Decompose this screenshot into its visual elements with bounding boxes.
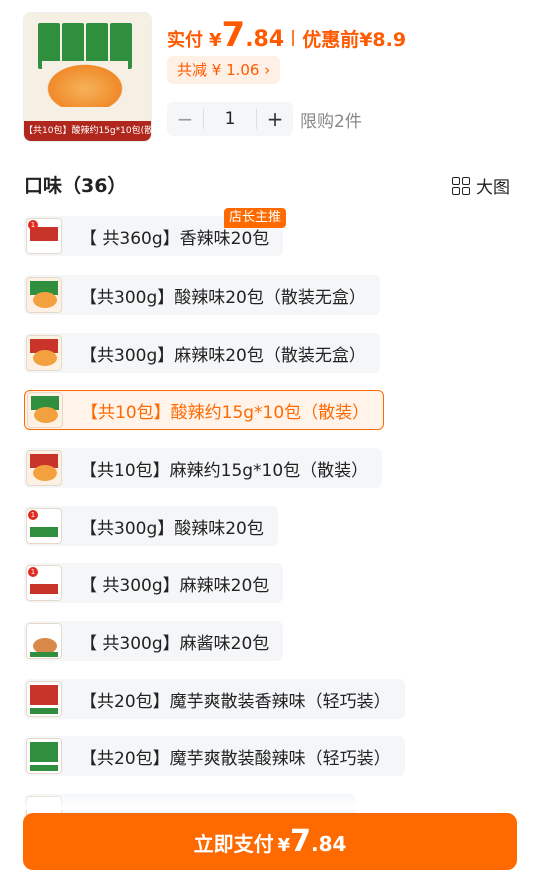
flavor-option-label: 【共300g】酸辣味20包 <box>80 518 264 539</box>
increment-button[interactable]: + <box>257 107 293 131</box>
option-thumbnail <box>26 623 62 659</box>
flavor-option[interactable]: 1 【 共300g】麻辣味20包 <box>24 563 284 603</box>
paid-price-int: 7 <box>221 15 246 55</box>
pay-label: 立即支付 <box>193 832 274 856</box>
flavor-option[interactable]: 【共10包】麻辣约15g*10包（散装） <box>24 448 383 488</box>
option-thumbnail: 1 <box>26 218 62 254</box>
flavor-option-label: 【共300g】麻辣味20包（散装无盒） <box>80 345 366 366</box>
flavor-option[interactable]: 【共300g】麻辣味20包（散装无盒） <box>24 333 380 373</box>
flavor-section-title: 口味（36） <box>24 175 127 197</box>
option-thumbnail <box>26 277 62 313</box>
flavor-option[interactable]: 【共20包】魔芋爽散装香辣味（轻巧装） <box>24 679 405 719</box>
option-thumbnail <box>27 392 63 428</box>
paid-label: 实付 <box>167 30 203 51</box>
flavor-option-label: 【 共300g】麻辣味20包 <box>80 575 270 596</box>
pay-amount-dec: .84 <box>310 832 347 856</box>
large-view-toggle[interactable]: 大图 <box>452 173 510 198</box>
pay-now-button[interactable]: 立即支付 ¥ 7 .84 <box>23 813 517 870</box>
quantity-stepper: − 1 + <box>167 102 293 136</box>
price-divider <box>292 30 295 46</box>
recommend-badge: 店长主推 <box>224 208 287 228</box>
flavor-option[interactable]: 1 【共300g】酸辣味20包 <box>24 506 278 546</box>
large-view-label: 大图 <box>476 178 510 198</box>
decrement-button[interactable]: − <box>167 107 203 131</box>
scroll-fade <box>0 792 540 810</box>
option-thumbnail: 1 <box>26 508 62 544</box>
purchase-limit: 限购2件 <box>300 112 362 132</box>
product-caption: 【共10包】酸辣约15g*10包(散装) <box>24 121 151 141</box>
option-thumbnail: 1 <box>26 565 62 601</box>
red-dot-icon: 1 <box>28 510 38 520</box>
flavor-option-label: 【共20包】魔芋爽散装香辣味（轻巧装） <box>80 691 391 712</box>
option-thumbnail <box>26 738 62 774</box>
flavor-option-label: 【共10包】麻辣约15g*10包（散装） <box>80 460 369 481</box>
price-row: 实付 ¥ 7 .84 优惠前 ¥8.9 <box>167 15 407 55</box>
flavor-option-selected[interactable]: 【共10包】酸辣约15g*10包（散装） <box>24 390 385 430</box>
paid-price-dec: .84 <box>245 27 285 52</box>
grid-icon <box>452 176 470 195</box>
flavor-option[interactable]: 【 共300g】麻酱味20包 <box>24 621 284 661</box>
flavor-option-label: 【共10包】酸辣约15g*10包（散装） <box>81 402 370 423</box>
option-thumbnail <box>26 450 62 486</box>
pay-amount-int: 7 <box>290 824 311 859</box>
discount-tag[interactable]: 共减 ¥ 1.06 › <box>167 56 281 84</box>
red-dot-icon: 1 <box>28 567 38 577</box>
product-thumbnail[interactable]: 【共10包】酸辣约15g*10包(散装) <box>23 12 152 142</box>
option-thumbnail <box>26 335 62 371</box>
paid-currency: ¥ <box>209 30 222 51</box>
option-thumbnail <box>26 681 62 717</box>
flavor-option-label: 【共300g】酸辣味20包（散装无盒） <box>80 287 366 308</box>
before-label: 优惠前 <box>302 29 360 51</box>
product-food-graphic <box>42 61 128 107</box>
flavor-option-label: 【 共300g】麻酱味20包 <box>80 633 270 654</box>
flavor-option[interactable]: 【共20包】魔芋爽散装酸辣味（轻巧装） <box>24 736 405 776</box>
flavor-option-label: 【共20包】魔芋爽散装酸辣味（轻巧装） <box>80 748 391 769</box>
pay-currency: ¥ <box>277 835 291 856</box>
red-dot-icon: 1 <box>28 220 38 230</box>
before-price: ¥8.9 <box>359 29 407 51</box>
quantity-value[interactable]: 1 <box>203 109 257 129</box>
flavor-option[interactable]: 【共300g】酸辣味20包（散装无盒） <box>24 275 380 315</box>
